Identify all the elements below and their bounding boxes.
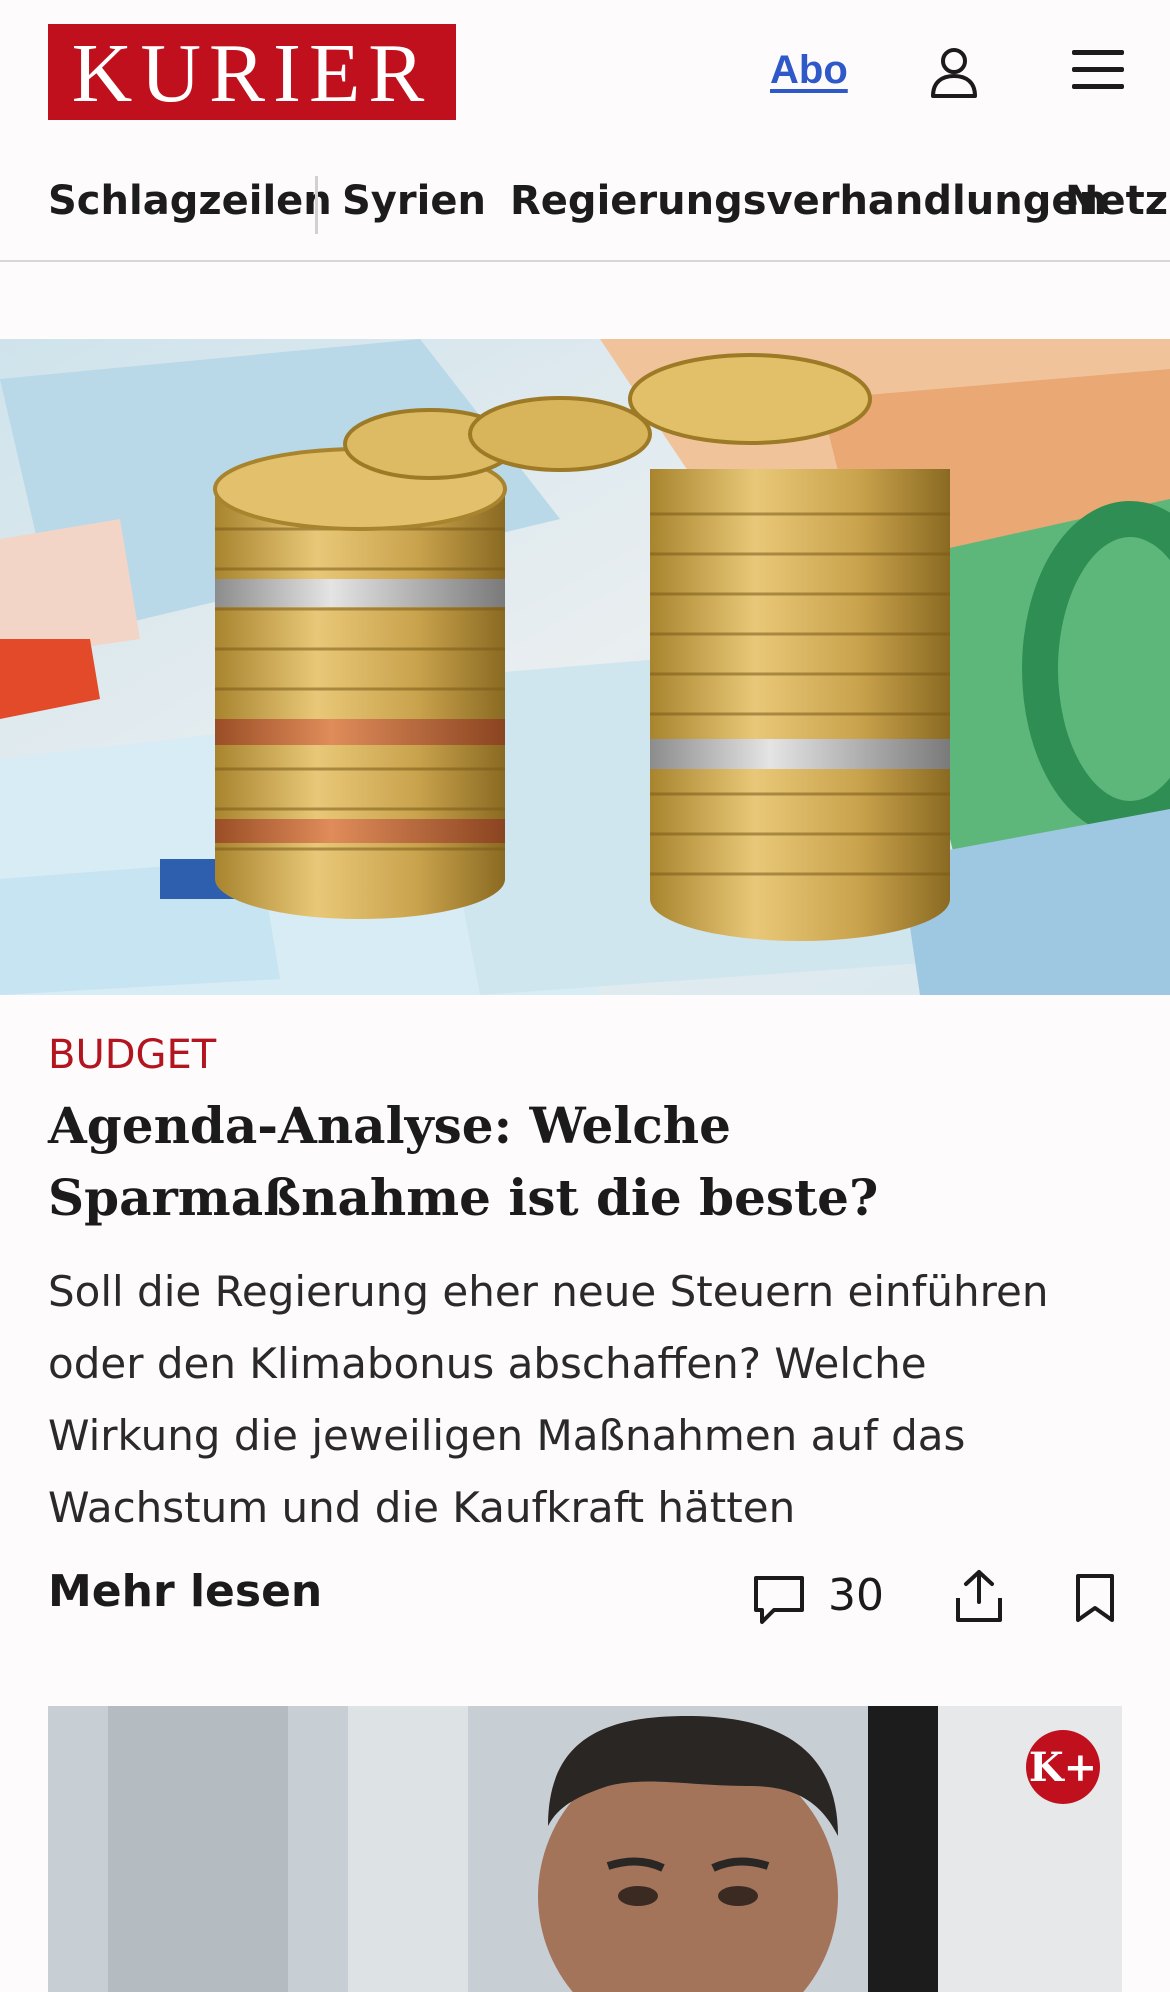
nav-item-regierungsverhandlungen[interactable]: Regierungsverhandlungen <box>510 178 1107 224</box>
portrait-image <box>48 1706 1122 1992</box>
hamburger-menu-icon[interactable] <box>1072 48 1124 92</box>
read-more-link[interactable]: Mehr lesen <box>48 1566 322 1617</box>
comment-icon[interactable] <box>752 1572 806 1626</box>
article-headline[interactable]: Agenda-Analyse: Welche Sparmaßnahme ist … <box>48 1090 1138 1234</box>
share-icon[interactable] <box>954 1568 1004 1624</box>
euro-coins-image <box>0 339 1170 995</box>
bookmark-icon[interactable] <box>1074 1572 1116 1624</box>
nav-item-netz[interactable]: Netz- <box>1065 178 1170 224</box>
kurier-logo[interactable]: KURIER <box>48 24 456 120</box>
abo-link[interactable]: Abo <box>770 48 848 93</box>
kurier-plus-badge: K+ <box>1026 1730 1100 1804</box>
topic-navigation: Schlagzeilen Syrien Regierungsverhandlun… <box>0 170 1170 262</box>
site-header: KURIER Abo <box>0 0 1170 145</box>
logo-text: KURIER <box>71 27 433 120</box>
user-icon[interactable] <box>928 46 980 98</box>
comment-count[interactable]: 30 <box>828 1570 884 1621</box>
nav-divider <box>315 176 318 234</box>
article-teaser[interactable]: Soll die Regierung eher neue Steuern ein… <box>48 1256 1088 1544</box>
nav-item-schlagzeilen[interactable]: Schlagzeilen <box>48 178 332 224</box>
nav-item-syrien[interactable]: Syrien <box>342 178 486 224</box>
next-article-image[interactable] <box>48 1706 1122 1992</box>
article-category[interactable]: BUDGET <box>48 1032 216 1078</box>
article-hero-image[interactable] <box>0 339 1170 995</box>
